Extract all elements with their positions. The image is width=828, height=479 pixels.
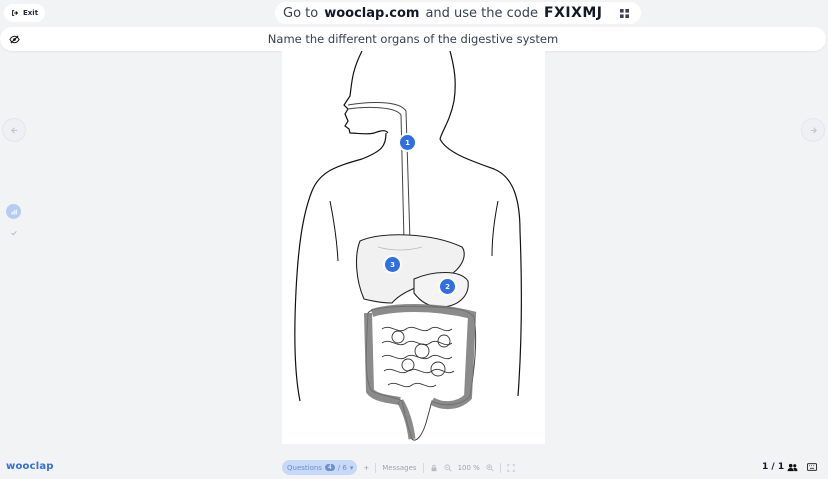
divider (422, 462, 424, 473)
participant-counter: 1 / 1 (762, 462, 798, 472)
results-button[interactable] (6, 204, 21, 219)
marker-1[interactable]: 1 (400, 135, 415, 150)
arrow-left-icon (10, 126, 17, 134)
divider (375, 462, 377, 473)
question-current: 4 (324, 464, 335, 471)
zoom-in-icon (486, 463, 494, 471)
marker-2[interactable]: 2 (440, 279, 455, 294)
digestive-system-drawing (294, 51, 522, 441)
qr-code-icon (620, 8, 630, 18)
question-title: Name the different organs of the digesti… (267, 32, 559, 46)
plus-icon: + (363, 463, 370, 472)
questions-toggle[interactable]: Questions 4 / 6 ▾ (282, 460, 358, 475)
digestive-system-image (282, 51, 545, 444)
qr-code-button[interactable] (617, 5, 633, 21)
exit-button[interactable]: Exit (4, 4, 46, 22)
divider (499, 462, 501, 473)
exit-label: Exit (23, 9, 39, 17)
show-correct-button[interactable] (6, 225, 21, 240)
messages-button[interactable]: Messages (382, 464, 416, 472)
next-button[interactable] (801, 118, 825, 142)
questions-label: Questions (287, 463, 322, 472)
check-icon (10, 230, 17, 235)
marker-3[interactable]: 3 (385, 257, 400, 272)
join-code: FXIXMJ (544, 5, 603, 21)
join-site: wooclap.com (324, 5, 420, 21)
join-prefix: Go to (283, 5, 319, 21)
chevron-down-icon: ▾ (349, 463, 354, 472)
lock-icon (431, 464, 436, 471)
participant-count: 1 / 1 (762, 462, 785, 472)
fullscreen-button[interactable] (507, 463, 515, 472)
exit-icon (12, 10, 19, 16)
chart-icon (11, 209, 17, 214)
users-icon (787, 463, 798, 471)
arrow-right-icon (810, 126, 817, 134)
zoom-out-button[interactable] (443, 463, 452, 472)
join-middle: and use the code (425, 5, 539, 21)
zoom-in-button[interactable] (486, 463, 494, 472)
question-bar: Name the different organs of the digesti… (0, 27, 826, 51)
previous-button[interactable] (2, 118, 26, 142)
lock-button[interactable] (430, 464, 438, 472)
presenter-toolbar: Questions 4 / 6 ▾ + Messages 100 % (282, 460, 515, 475)
question-total: / 6 (337, 463, 347, 472)
zoom-level: 100 % (457, 463, 480, 472)
join-banner: Go to wooclap.com and use the code FXIXM… (275, 2, 641, 24)
add-question-button[interactable]: + (363, 464, 369, 472)
zoom-out-icon (443, 463, 452, 471)
messages-label: Messages (382, 463, 417, 472)
brand-logo: wooclap (6, 461, 54, 472)
keyboard-icon[interactable] (807, 463, 817, 471)
fullscreen-icon (507, 463, 515, 472)
